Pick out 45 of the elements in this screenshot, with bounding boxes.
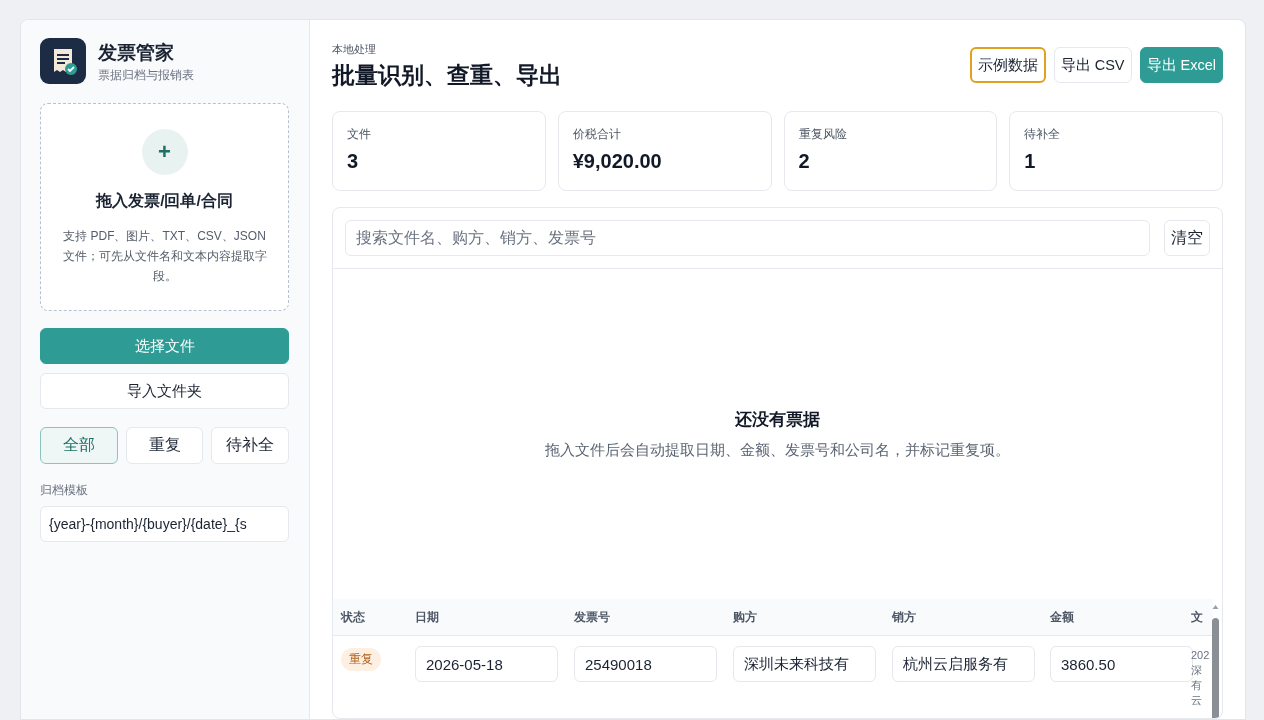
app-subtitle: 票据归档与报销表 [98, 67, 194, 83]
date-field[interactable]: 2026-05-18 [415, 646, 558, 682]
file-name-text: 深 [1191, 663, 1203, 678]
sample-data-button[interactable]: 示例数据 [969, 47, 1046, 83]
import-folder-button[interactable]: 导入文件夹 [40, 373, 289, 409]
stat-value: ¥9,020.00 [572, 150, 663, 173]
drop-title: 拖入发票/回单/合同 [96, 191, 233, 211]
clear-button[interactable]: 清空 [1164, 220, 1210, 256]
invoice-field[interactable]: 25490018 [574, 646, 717, 682]
filter-button[interactable]: 待补全 [211, 427, 289, 464]
status-badge: 重复 [341, 648, 381, 671]
section-eyebrow: 本地处理 [332, 42, 377, 57]
filter-button[interactable]: 全部 [40, 427, 118, 464]
column-header: 文 [1183, 599, 1213, 636]
column-header: 日期 [407, 599, 566, 636]
stat-label: 待补全 [1024, 127, 1062, 142]
drop-hint: 支持 PDF、图片、TXT、CSV、JSON 文件；可先从文件名和文本内容提取字段。 [61, 228, 268, 285]
app-name: 发票管家 [98, 40, 175, 65]
seller-field[interactable]: 杭州云启服务有 [892, 646, 1035, 682]
stat-label: 文件 [347, 127, 372, 142]
stat-label: 价税合计 [572, 127, 622, 142]
export-csv-button[interactable]: 导出 CSV [1053, 47, 1132, 83]
page-title: 批量识别、查重、导出 [332, 62, 562, 90]
stat-value: 2 [798, 150, 811, 173]
filter-button[interactable]: 重复 [125, 427, 204, 464]
drop-zone[interactable]: + 拖入发票/回单/合同 支持 PDF、图片、TXT、CSV、JSON 文件；可先从文件名和文本内容提取字段。 [40, 103, 289, 311]
file-name-text: 有 [1191, 678, 1203, 693]
column-header: 销方 [884, 599, 1042, 636]
empty-title: 还没有票据 [735, 408, 820, 430]
stat-value: 3 [347, 150, 360, 173]
column-header: 金额 [1042, 599, 1183, 636]
stat-label: 重复风险 [798, 127, 848, 142]
column-header: 购方 [725, 599, 884, 636]
template-label: 归档模板 [40, 483, 89, 498]
search-field[interactable]: 搜索文件名、购方、销方、发票号 [345, 220, 1150, 256]
receipt-logo-icon [40, 38, 86, 84]
file-name-text: 云 [1191, 693, 1203, 708]
empty-text: 拖入文件后会自动提取日期、金额、发票号和公司名，并标记重复项。 [545, 440, 1010, 460]
file-name-text: 202 [1191, 648, 1211, 663]
buyer-field[interactable]: 深圳未来科技有 [733, 646, 876, 682]
stat-value: 1 [1024, 150, 1037, 173]
column-header: 发票号 [566, 599, 725, 636]
template-field[interactable]: {year}-{month}/{buyer}/{date}_{s [40, 506, 289, 542]
column-header: 状态 [333, 599, 407, 636]
add-button[interactable]: + [141, 129, 188, 175]
